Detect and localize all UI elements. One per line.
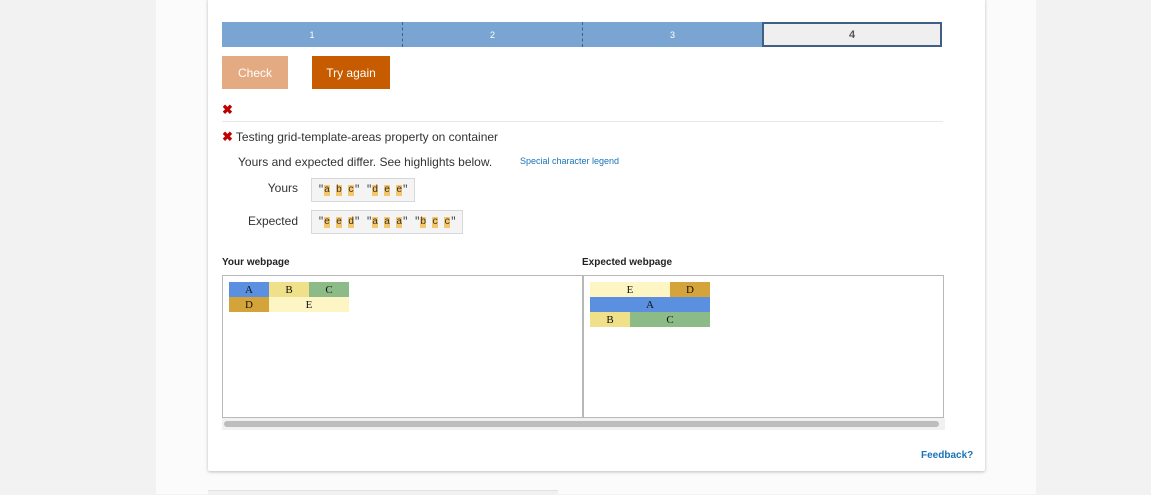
grid-area-e: E	[590, 282, 670, 297]
step-3[interactable]: 3	[582, 22, 762, 47]
feedback-link[interactable]: Feedback?	[921, 450, 973, 461]
grid-area-c: C	[630, 312, 710, 327]
step-4-current[interactable]: 4	[762, 22, 942, 47]
check-button[interactable]: Check	[222, 56, 288, 89]
step-2[interactable]: 2	[402, 22, 582, 47]
grid-area-b: B	[269, 282, 309, 297]
test-result-row: ✖ Testing grid-template-areas property on…	[222, 129, 498, 145]
horizontal-scrollbar[interactable]	[222, 418, 945, 430]
expected-value: " e e d " " a a a " " b c c "	[311, 210, 464, 234]
grid-area-d: D	[670, 282, 710, 297]
yours-value: " a b c " " d e e "	[311, 178, 416, 202]
your-webpage-preview: ABC DE	[222, 275, 583, 418]
expected-label: Expected	[247, 214, 298, 228]
step-progress-bar: 1 2 3 4	[222, 22, 942, 47]
yours-label: Yours	[267, 181, 298, 195]
grid-area-e: E	[269, 297, 349, 312]
grid-area-d: D	[229, 297, 269, 312]
expected-char: "	[450, 216, 457, 228]
cross-icon: ✖	[222, 129, 233, 144]
expected-webpage-preview: EDABC	[583, 275, 944, 418]
grid-area-c: C	[309, 282, 349, 297]
try-again-button[interactable]: Try again	[312, 56, 390, 89]
overall-result: ✖	[222, 101, 233, 119]
test-title: Testing grid-template-areas property on …	[235, 130, 499, 144]
yours-char: "	[402, 184, 409, 196]
grid-area-a: A	[229, 282, 269, 297]
cross-icon: ✖	[222, 102, 233, 117]
scrollbar-thumb[interactable]	[224, 421, 939, 427]
differ-message: Yours and expected differ. See highlight…	[238, 155, 493, 169]
special-character-legend-link[interactable]: Special character legend	[520, 156, 619, 166]
next-card-edge	[208, 490, 558, 495]
expected-webpage-title: Expected webpage	[582, 257, 673, 268]
divider	[222, 121, 943, 122]
grid-area-a: A	[590, 297, 710, 312]
grid-area-b: B	[590, 312, 630, 327]
exercise-card: 1 2 3 4 Check Try again ✖ ✖ Testing grid-…	[208, 0, 985, 471]
your-webpage-title: Your webpage	[222, 257, 290, 268]
step-1[interactable]: 1	[222, 22, 402, 47]
